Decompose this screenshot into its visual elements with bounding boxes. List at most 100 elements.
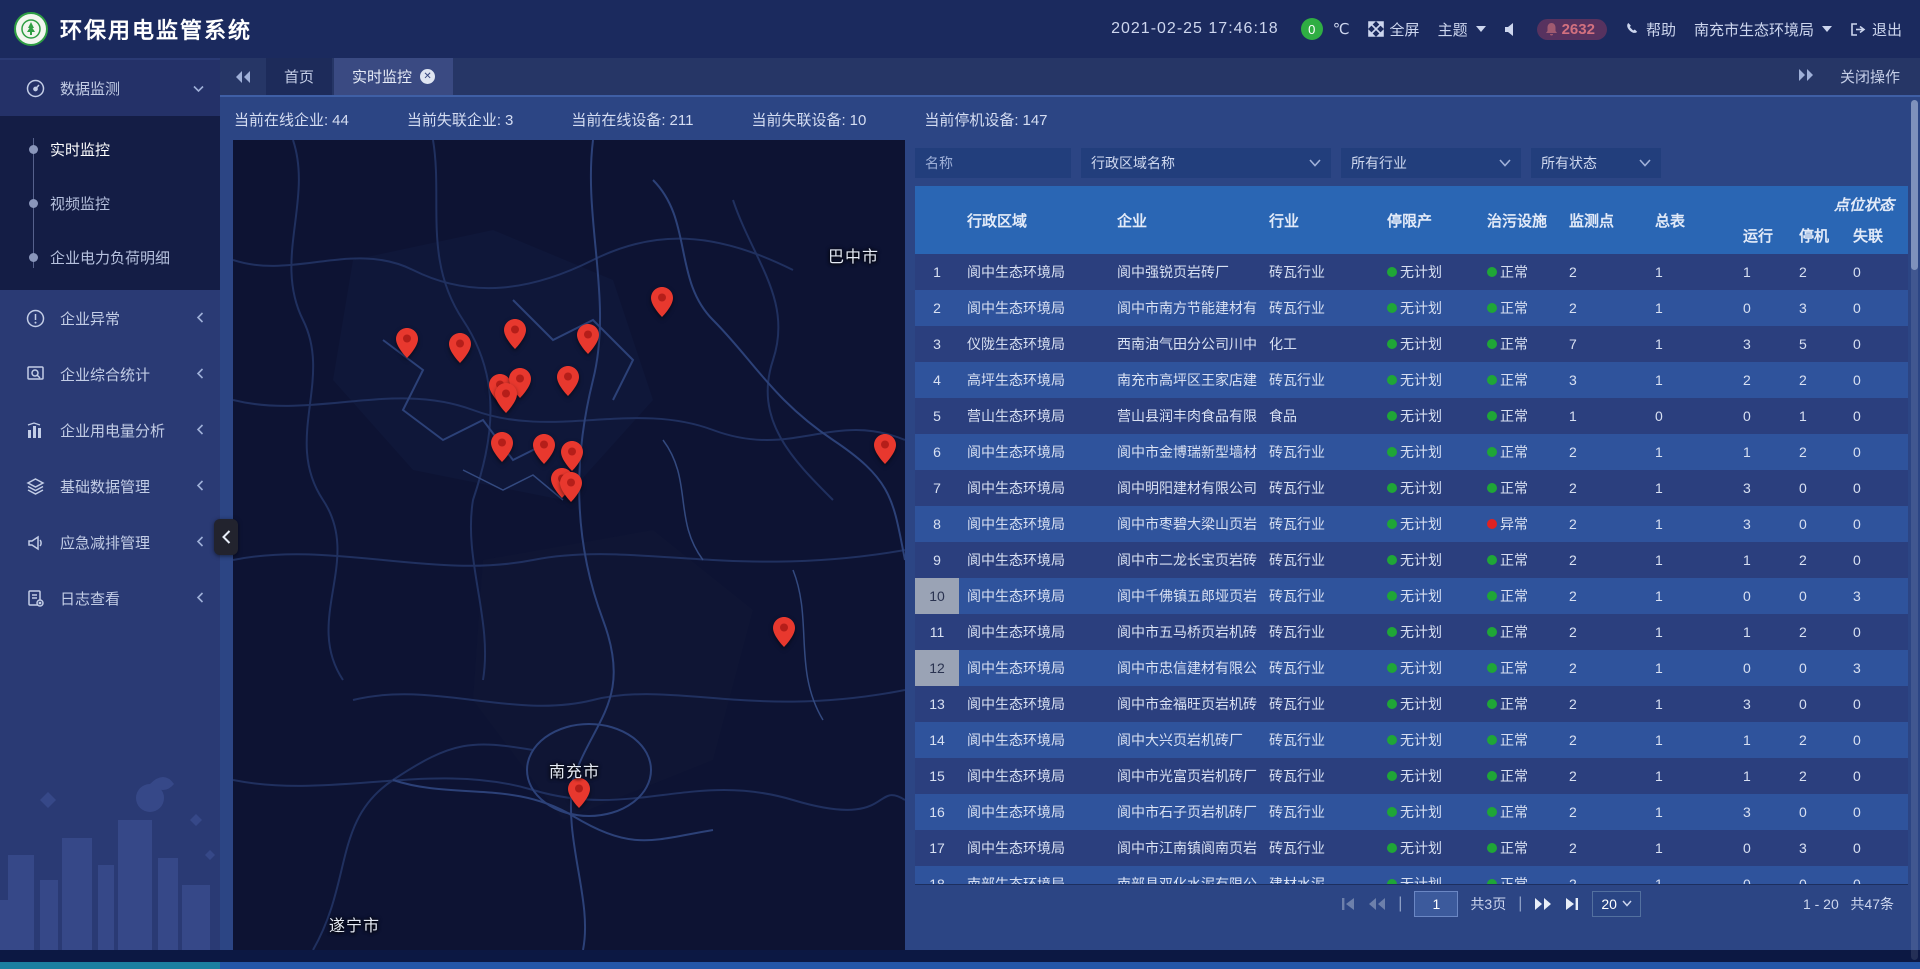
sidebar-group-7[interactable]: 日志查看: [0, 570, 220, 626]
tab-scroll-left-icon[interactable]: [220, 58, 266, 95]
cell-run: 3: [1735, 804, 1791, 820]
table-row[interactable]: 9阆中生态环境局阆中市二龙长宝页岩砖砖瓦行业无计划正常21120: [915, 542, 1908, 578]
facility-status-label: 正常: [1500, 802, 1528, 822]
cell-run: 1: [1735, 624, 1791, 640]
cell-lost: 0: [1845, 696, 1908, 712]
table-row[interactable]: 6阆中生态环境局阆中市金博瑞新型墙材砖瓦行业无计划正常21120: [915, 434, 1908, 470]
cell-stop: 2: [1791, 732, 1845, 748]
prev-page-button[interactable]: [1368, 897, 1386, 911]
cell-points: 2: [1561, 732, 1647, 748]
help-button[interactable]: 帮助: [1625, 19, 1676, 40]
map-city-label-遂宁市: 遂宁市: [329, 912, 380, 936]
temperature-badge: 0: [1301, 18, 1323, 40]
fullscreen-icon: [1368, 21, 1384, 37]
tab-realtime-monitor[interactable]: 实时监控 ✕: [334, 58, 453, 95]
green-dot-icon: [1387, 303, 1397, 313]
page-title: 环保用电监管系统: [60, 13, 252, 45]
map-pin-icon[interactable]: [557, 366, 579, 396]
cell-region: 阆中生态环境局: [959, 658, 1109, 678]
map-pin-icon[interactable]: [773, 617, 795, 647]
map-panel[interactable]: 巴中市南充市遂宁市: [233, 140, 905, 950]
scrollbar-thumb[interactable]: [1911, 100, 1918, 270]
sidebar-group-3[interactable]: 企业综合统计: [0, 346, 220, 402]
vertical-scrollbar[interactable]: [1911, 100, 1918, 960]
green-dot-icon: [1387, 807, 1397, 817]
sidebar-group-4[interactable]: 企业用电量分析: [0, 402, 220, 458]
cell-region: 仪陇生态环境局: [959, 334, 1109, 354]
tab-close-icon[interactable]: ✕: [420, 69, 435, 84]
cell-facility-status: 正常: [1479, 298, 1561, 318]
cell-facility-status: 异常: [1479, 514, 1561, 534]
speaker-mute-icon[interactable]: [1504, 22, 1519, 37]
cell-points: 7: [1561, 336, 1647, 352]
sidebar-item-实时监控[interactable]: 实时监控: [0, 122, 220, 176]
cell-company: 阆中大兴页岩机砖厂: [1109, 730, 1261, 750]
map-pin-icon[interactable]: [396, 328, 418, 358]
tab-scroll-right-icon[interactable]: [1798, 68, 1814, 86]
map-pin-icon[interactable]: [874, 434, 896, 464]
sidebar-group-2[interactable]: 企业异常: [0, 290, 220, 346]
theme-label: 主题: [1438, 19, 1468, 40]
map-pin-icon[interactable]: [577, 324, 599, 354]
cell-index: 14: [915, 722, 959, 758]
map-pin-icon[interactable]: [504, 319, 526, 349]
map-pin-icon[interactable]: [491, 432, 513, 462]
table-row[interactable]: 1阆中生态环境局阆中强锐页岩砖厂砖瓦行业无计划正常21120: [915, 254, 1908, 290]
table-row[interactable]: 14阆中生态环境局阆中大兴页岩机砖厂砖瓦行业无计划正常21120: [915, 722, 1908, 758]
first-page-button[interactable]: [1340, 897, 1356, 911]
name-filter-input[interactable]: [915, 148, 1071, 178]
map-pin-icon[interactable]: [449, 333, 471, 363]
sidebar-group-6[interactable]: 应急减排管理: [0, 514, 220, 570]
green-dot-icon: [1487, 267, 1497, 277]
sidebar-group-5[interactable]: 基础数据管理: [0, 458, 220, 514]
org-dropdown-button[interactable]: 南充市生态环境局: [1694, 19, 1832, 40]
exit-button[interactable]: 退出: [1850, 19, 1902, 40]
cell-lost: 0: [1845, 732, 1908, 748]
table-row[interactable]: 8阆中生态环境局阆中市枣碧大梁山页岩砖瓦行业无计划异常21300: [915, 506, 1908, 542]
tab-home[interactable]: 首页: [266, 58, 332, 95]
last-page-button[interactable]: [1564, 897, 1580, 911]
table-row[interactable]: 12阆中生态环境局阆中市忠信建材有限公砖瓦行业无计划正常21003: [915, 650, 1908, 686]
sidebar-collapse-handle[interactable]: [214, 519, 238, 555]
map-pin-icon[interactable]: [495, 383, 517, 413]
table-row[interactable]: 2阆中生态环境局阆中市南方节能建材有砖瓦行业无计划正常21030: [915, 290, 1908, 326]
map-pin-icon[interactable]: [568, 778, 590, 808]
map-pin-icon[interactable]: [651, 287, 673, 317]
sidebar-item-企业电力负荷明细[interactable]: 企业电力负荷明细: [0, 230, 220, 284]
map-pin-icon[interactable]: [560, 472, 582, 502]
green-dot-icon: [1487, 807, 1497, 817]
cell-industry: 砖瓦行业: [1261, 550, 1379, 570]
table-row[interactable]: 7阆中生态环境局阆中明阳建材有限公司砖瓦行业无计划正常21300: [915, 470, 1908, 506]
col-run: 运行: [1735, 225, 1791, 254]
table-row[interactable]: 18南部生态环境局南部县双化水泥有限公建材水泥无计划正常21000: [915, 866, 1908, 884]
cell-limit-status: 无计划: [1379, 550, 1479, 570]
facility-status-label: 正常: [1500, 370, 1528, 390]
page-size-select[interactable]: 20: [1592, 891, 1641, 917]
fullscreen-button[interactable]: 全屏: [1368, 19, 1420, 40]
table-row[interactable]: 13阆中生态环境局阆中市金福旺页岩机砖砖瓦行业无计划正常21300: [915, 686, 1908, 722]
industry-filter-select[interactable]: 所有行业: [1341, 148, 1521, 178]
facility-status-label: 正常: [1500, 334, 1528, 354]
table-row[interactable]: 17阆中生态环境局阆中市江南镇阆南页岩砖瓦行业无计划正常21030: [915, 830, 1908, 866]
close-operations-button[interactable]: 关闭操作: [1840, 66, 1900, 87]
status-filter-select[interactable]: 所有状态: [1531, 148, 1661, 178]
col-stop: 停机: [1791, 225, 1845, 254]
table-row[interactable]: 4高坪生态环境局南充市高坪区王家店建砖瓦行业无计划正常31220: [915, 362, 1908, 398]
col-facility: 治污设施: [1479, 210, 1561, 231]
table-row[interactable]: 15阆中生态环境局阆中市光富页岩机砖厂砖瓦行业无计划正常21120: [915, 758, 1908, 794]
page-number-input[interactable]: [1414, 891, 1458, 917]
next-page-button[interactable]: [1534, 897, 1552, 911]
sidebar-item-视频监控[interactable]: 视频监控: [0, 176, 220, 230]
table-row[interactable]: 10阆中生态环境局阆中千佛镇五郎垭页岩砖瓦行业无计划正常21003: [915, 578, 1908, 614]
cell-company: 阆中市石子页岩机砖厂: [1109, 802, 1261, 822]
sidebar-group-1[interactable]: 数据监测: [0, 60, 220, 116]
map-pin-icon[interactable]: [561, 441, 583, 471]
map-pin-icon[interactable]: [533, 434, 555, 464]
table-row[interactable]: 11阆中生态环境局阆中市五马桥页岩机砖砖瓦行业无计划正常21120: [915, 614, 1908, 650]
region-filter-select[interactable]: 行政区域名称: [1081, 148, 1331, 178]
table-row[interactable]: 16阆中生态环境局阆中市石子页岩机砖厂砖瓦行业无计划正常21300: [915, 794, 1908, 830]
theme-button[interactable]: 主题: [1438, 19, 1486, 40]
table-row[interactable]: 3仪陇生态环境局西南油气田分公司川中化工无计划正常71350: [915, 326, 1908, 362]
notification-badge[interactable]: 2632: [1537, 19, 1607, 40]
table-row[interactable]: 5营山生态环境局营山县润丰肉食品有限食品无计划正常10010: [915, 398, 1908, 434]
